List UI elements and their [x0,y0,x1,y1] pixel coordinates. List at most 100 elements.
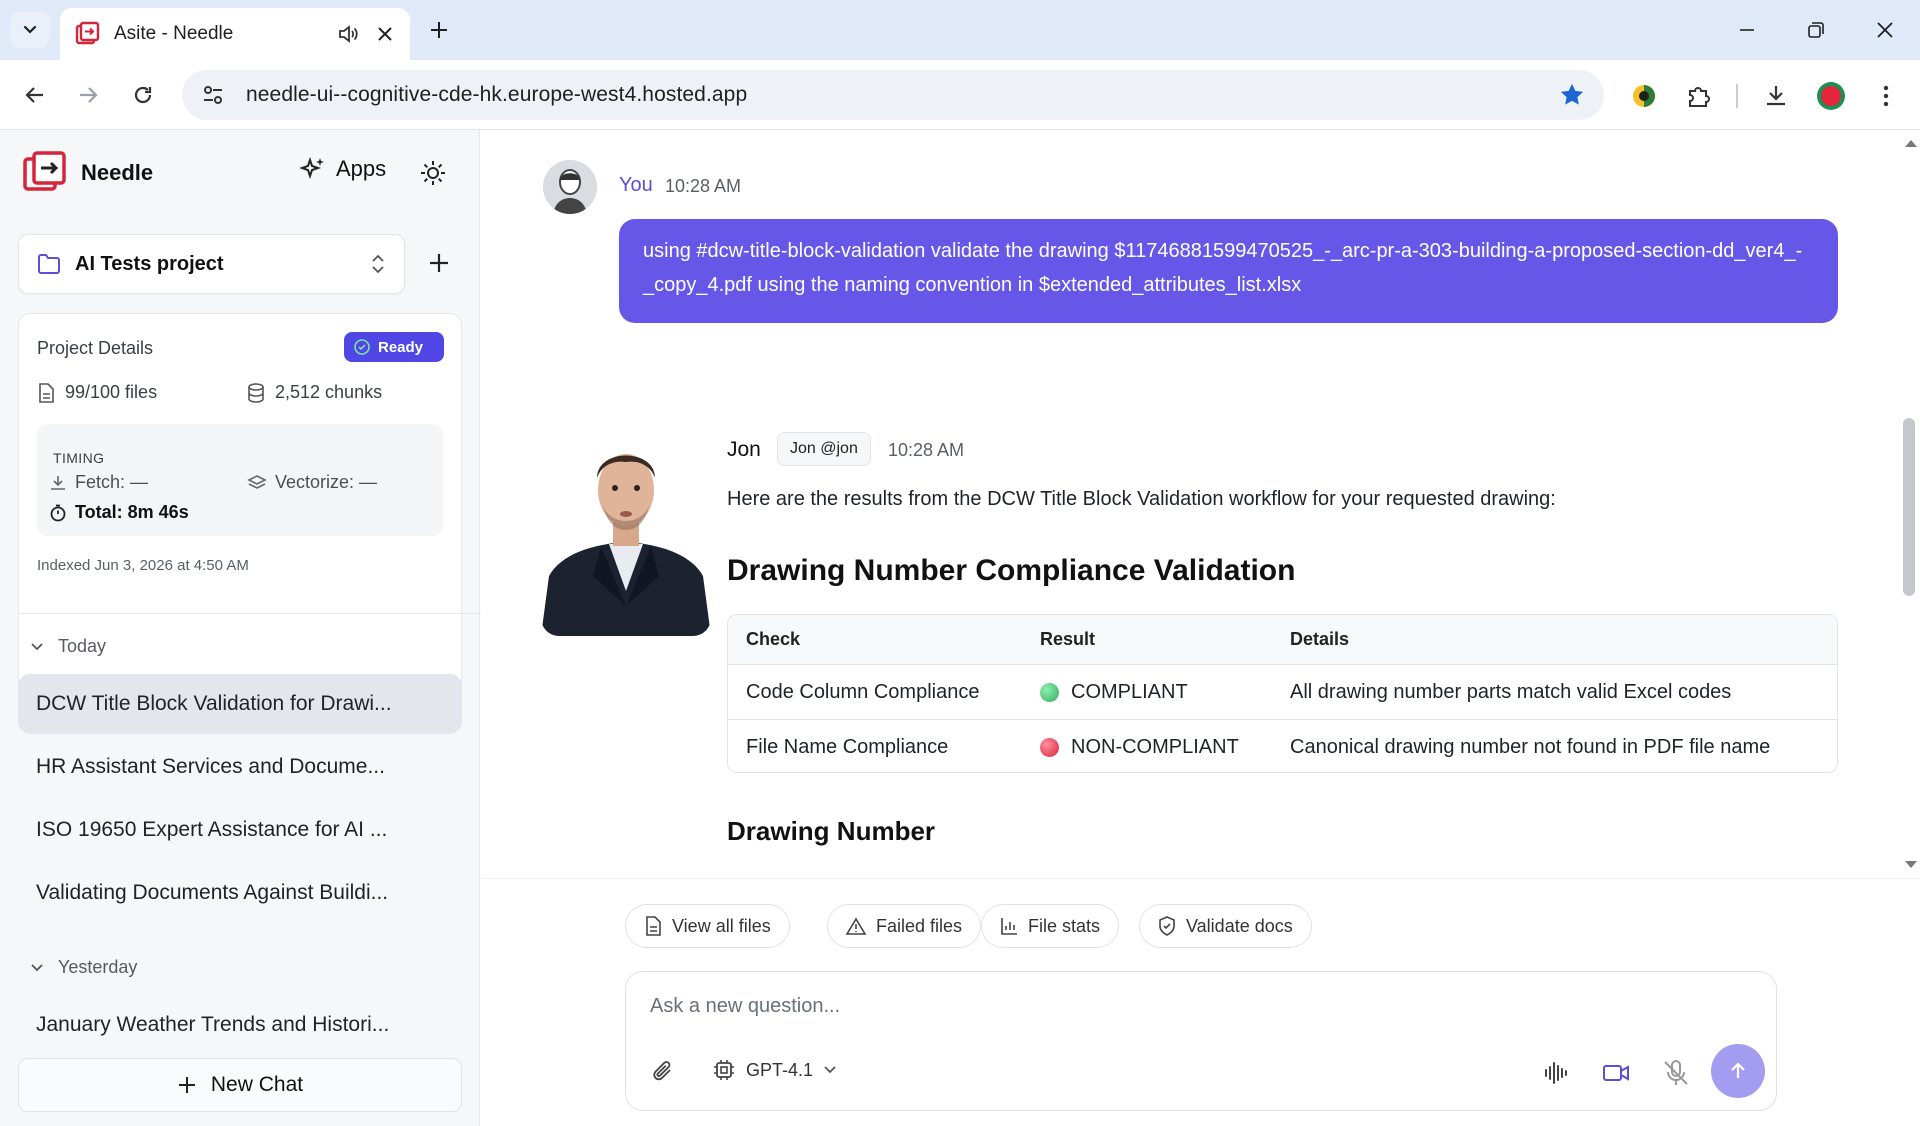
project-selector[interactable]: AI Tests project [18,234,405,294]
database-icon [248,382,264,403]
chunks-count: 2,512 chunks [275,382,383,402]
chat-scrollbar-thumb[interactable] [1903,418,1915,596]
needle-logo-icon[interactable] [22,150,68,196]
arrow-right-icon [80,87,98,103]
extension-colorful-icon[interactable] [1626,78,1662,114]
failed-files-button[interactable]: Failed files [827,904,982,948]
restore-button[interactable] [1793,12,1839,48]
table-row: Code Column Compliance COMPLIANT All dra… [728,665,1837,720]
chevron-up-down-icon [372,254,384,274]
layers-icon [247,474,267,489]
chip-cpu-icon [714,1060,734,1080]
audio-waveform-icon[interactable] [1541,1058,1571,1088]
validate-docs-button[interactable]: Validate docs [1139,904,1312,948]
sidebar: Needle Apps AI Tests project Project Det… [0,130,498,1126]
add-project-icon[interactable] [424,248,454,278]
scroll-down-arrow-icon[interactable] [1904,860,1918,870]
download-icon [1767,86,1785,106]
details-title: Project Details [37,338,154,358]
close-window-button[interactable] [1862,12,1908,48]
forward-button[interactable] [69,76,107,114]
new-tab-button[interactable] [423,14,455,46]
chat-item-dcw-title-block[interactable]: DCW Title Block Validation for Drawi... [18,674,462,734]
status-dot-red-icon [1040,737,1059,757]
brand-name: Needle [81,160,154,185]
chevron-down-icon [31,963,43,971]
timing-label: TIMING [53,450,105,466]
paperclip-icon[interactable] [650,1058,678,1086]
tab-title: Asite - Needle [114,23,234,44]
plus-icon [431,22,447,38]
chip-label: View all files [672,915,771,936]
bookmark-star-icon[interactable] [1558,81,1586,109]
chat-item-label: ISO 19650 Expert Assistance for AI ... [36,818,388,841]
assistant-message-time: 10:28 AM [888,440,965,460]
browser-tab-active[interactable]: Asite - Needle [60,8,410,60]
minimize-icon [1740,29,1754,31]
user-avatar-icon [543,160,597,214]
browser-menu-button[interactable] [1868,78,1904,114]
message-composer: GPT-4.1 [625,971,1777,1111]
close-tab-icon[interactable] [374,23,396,45]
group-today-label: Today [58,636,107,656]
group-today[interactable]: Today [30,636,106,657]
file-icon [39,382,54,403]
scroll-up-arrow-icon[interactable] [1904,138,1918,148]
warning-triangle-icon [846,917,866,935]
assistant-handle-badge: Jon @jon [777,432,871,466]
arrow-left-icon [25,87,43,103]
chat-item-label: Validating Documents Against Buildi... [36,881,389,904]
close-icon [1877,22,1893,38]
chat-item-iso-19650[interactable]: ISO 19650 Expert Assistance for AI ... [18,800,462,860]
chevron-down-icon [31,642,43,650]
sun-icon[interactable] [418,158,448,188]
video-camera-icon[interactable] [1601,1058,1631,1088]
chat-item-label: HR Assistant Services and Docume... [36,755,385,778]
view-all-files-button[interactable]: View all files [625,904,790,948]
new-chat-label: New Chat [210,1073,304,1096]
cell-result: NON-COMPLIANT [1040,736,1239,759]
assistant-avatar-photo [541,426,711,636]
file-icon [646,916,661,936]
model-selector[interactable]: GPT-4.1 [712,1058,837,1082]
needle-favicon-icon [75,21,100,45]
back-button[interactable] [16,76,54,114]
chevron-down-icon [824,1066,836,1074]
download-icon [51,475,65,490]
new-chat-button[interactable]: New Chat [18,1058,462,1112]
user-message-time: 10:28 AM [665,176,742,196]
microphone-off-icon[interactable] [1661,1058,1691,1088]
address-bar[interactable]: needle-ui--cognitive-cde-hk.europe-west4… [182,70,1604,120]
send-button[interactable] [1711,1044,1765,1098]
chat-item-january-weather[interactable]: January Weather Trends and Histori... [18,995,462,1055]
extensions-button[interactable] [1680,78,1716,114]
assistant-name: Jon [727,438,761,461]
files-count: 99/100 files [65,382,158,402]
downloads-button[interactable] [1758,78,1794,114]
profile-avatar[interactable] [1813,78,1849,114]
profile-icon [1817,82,1845,110]
arrow-up-icon [1731,1062,1745,1078]
chat-item-hr-assistant[interactable]: HR Assistant Services and Docume... [18,737,462,797]
sparkle-icon [300,156,324,180]
check-circle-icon [354,339,370,355]
group-yesterday-label: Yesterday [58,957,138,977]
message-input[interactable] [650,990,1750,1022]
site-settings-icon[interactable] [200,82,226,108]
header-result: Result [1040,629,1096,649]
chat-item-validating-documents[interactable]: Validating Documents Against Buildi... [18,863,462,923]
tab-search-button[interactable] [10,12,50,48]
group-yesterday[interactable]: Yesterday [30,957,137,978]
timing-panel: TIMING Fetch: — Vectorize: — Total: 8m 4… [37,424,443,536]
assistant-portrait-icon [541,426,711,636]
reload-button[interactable] [124,76,162,114]
speaker-icon[interactable] [336,22,360,46]
reload-icon [134,86,152,104]
status-dot-green-icon [1040,682,1059,702]
table-row: File Name Compliance NON-COMPLIANT Canon… [728,720,1837,772]
file-stats-button[interactable]: File stats [981,904,1120,948]
minimize-button[interactable] [1724,12,1770,48]
toolbar-divider [1736,84,1738,108]
project-details-card: Project Details Ready 99/100 files 2,512… [18,313,462,725]
apps-button[interactable]: Apps [300,156,386,182]
